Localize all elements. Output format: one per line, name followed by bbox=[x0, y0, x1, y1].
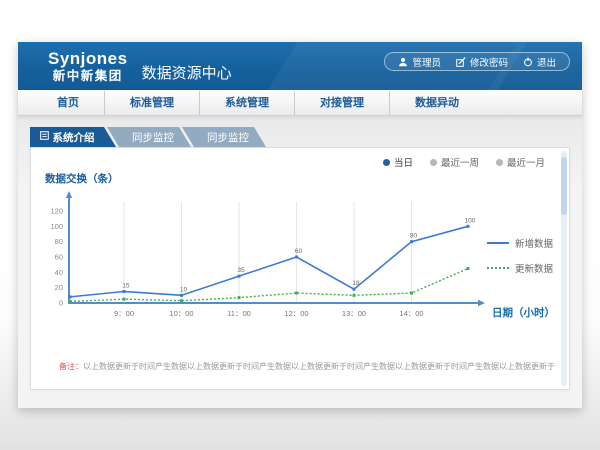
svg-text:13：00: 13：00 bbox=[342, 309, 366, 318]
tab-label: 同步监控 bbox=[132, 130, 174, 145]
svg-text:80: 80 bbox=[410, 233, 418, 240]
line-chart: 0 20 40 60 80 100 120 9：00 10：00 11：00 12：00 13：00 1… bbox=[41, 188, 511, 323]
svg-text:100: 100 bbox=[50, 222, 63, 231]
radio-today[interactable]: 当日 bbox=[383, 155, 413, 169]
panel-scrollbar[interactable] bbox=[561, 151, 567, 386]
svg-text:11：00: 11：00 bbox=[227, 309, 251, 318]
chart-legend: 新增数据 更新数据 bbox=[487, 236, 553, 275]
nav-item-system-mgmt[interactable]: 系统管理 bbox=[199, 91, 294, 115]
svg-text:40: 40 bbox=[55, 268, 63, 277]
tab-label: 系统介绍 bbox=[53, 130, 95, 145]
svg-text:14：00: 14：00 bbox=[399, 309, 423, 318]
y-axis-title: 数据交换（条） bbox=[45, 171, 119, 186]
screenshot-stage: Synjones 新中新集团 数据资源中心 管理员 修改密码 bbox=[0, 0, 600, 450]
content-area: 系统介绍 同步监控 同步监控 当日 最近一周 bbox=[18, 116, 582, 408]
time-range-filter: 当日 最近一周 最近一月 bbox=[383, 155, 545, 169]
app-window: Synjones 新中新集团 数据资源中心 管理员 修改密码 bbox=[18, 42, 582, 408]
user-icon bbox=[398, 57, 408, 67]
radio-label: 当日 bbox=[394, 155, 413, 169]
footnote: 备注：以上数据更新于时间产生数据以上数据更新于时间产生数据以上数据更新于时间产生… bbox=[59, 361, 555, 372]
svg-text:10：00: 10：00 bbox=[169, 309, 193, 318]
radio-icon bbox=[496, 159, 503, 166]
svg-text:60: 60 bbox=[295, 248, 303, 255]
change-password-label: 修改密码 bbox=[470, 55, 508, 69]
radio-last-month[interactable]: 最近一月 bbox=[496, 155, 545, 169]
svg-text:9：00: 9：00 bbox=[114, 309, 134, 318]
tab-label: 同步监控 bbox=[207, 130, 249, 145]
power-icon bbox=[523, 57, 533, 67]
nav-item-home[interactable]: 首页 bbox=[32, 91, 104, 115]
radio-icon bbox=[383, 159, 390, 166]
logout-button[interactable]: 退出 bbox=[523, 55, 556, 69]
svg-text:120: 120 bbox=[50, 207, 63, 216]
legend-line-dotted-icon bbox=[487, 267, 509, 269]
x-axis-title: 日期（小时） bbox=[492, 305, 555, 320]
change-password-button[interactable]: 修改密码 bbox=[456, 55, 508, 69]
logo-company-name: 新中新集团 bbox=[48, 69, 128, 83]
radio-label: 最近一周 bbox=[441, 155, 479, 169]
main-nav: 首页 标准管理 系统管理 对接管理 数据异动 bbox=[18, 90, 582, 116]
legend-item-update-data[interactable]: 更新数据 bbox=[487, 261, 553, 275]
nav-item-data-change[interactable]: 数据异动 bbox=[389, 91, 484, 115]
user-toolbar: 管理员 修改密码 退出 bbox=[384, 52, 570, 71]
tab-sync-monitor-1[interactable]: 同步监控 bbox=[107, 127, 191, 147]
svg-text:18: 18 bbox=[352, 280, 360, 287]
nav-item-interface-mgmt[interactable]: 对接管理 bbox=[294, 91, 389, 115]
page-title: 数据资源中心 bbox=[142, 62, 232, 83]
nav-item-standard-mgmt[interactable]: 标准管理 bbox=[104, 91, 199, 115]
app-header: Synjones 新中新集团 数据资源中心 管理员 修改密码 bbox=[18, 42, 582, 90]
scrollbar-thumb[interactable] bbox=[561, 157, 567, 215]
chart-panel: 当日 最近一周 最近一月 数据交换（条） 0 20 40 60 80 100 120 9：00… bbox=[30, 147, 570, 390]
svg-text:20: 20 bbox=[55, 283, 63, 292]
svg-text:80: 80 bbox=[55, 237, 63, 246]
svg-text:35: 35 bbox=[237, 267, 245, 274]
svg-text:60: 60 bbox=[55, 253, 63, 262]
radio-label: 最近一月 bbox=[507, 155, 545, 169]
legend-item-new-data[interactable]: 新增数据 bbox=[487, 236, 553, 250]
tab-system-intro[interactable]: 系统介绍 bbox=[30, 127, 116, 147]
footnote-label: 备注： bbox=[59, 362, 83, 371]
legend-line-solid-icon bbox=[487, 242, 509, 244]
edit-icon bbox=[456, 57, 466, 67]
current-user-label: 管理员 bbox=[412, 55, 441, 69]
svg-text:12：00: 12：00 bbox=[284, 309, 308, 318]
radio-icon bbox=[430, 159, 437, 166]
company-logo: Synjones 新中新集团 bbox=[48, 49, 128, 83]
legend-label: 更新数据 bbox=[515, 261, 553, 275]
footnote-text: 以上数据更新于时间产生数据以上数据更新于时间产生数据以上数据更新于时间产生数据以… bbox=[83, 362, 555, 371]
tab-bar: 系统介绍 同步监控 同步监控 bbox=[30, 127, 266, 147]
logo-wordmark: Synjones bbox=[48, 49, 128, 69]
svg-text:10: 10 bbox=[180, 286, 188, 293]
svg-text:15: 15 bbox=[122, 283, 130, 290]
svg-text:0: 0 bbox=[59, 299, 63, 308]
logout-label: 退出 bbox=[537, 55, 556, 69]
legend-label: 新增数据 bbox=[515, 236, 553, 250]
radio-last-week[interactable]: 最近一周 bbox=[430, 155, 479, 169]
svg-text:100: 100 bbox=[465, 217, 476, 224]
current-user-button[interactable]: 管理员 bbox=[398, 55, 441, 69]
tab-sync-monitor-2[interactable]: 同步监控 bbox=[182, 127, 266, 147]
document-icon bbox=[40, 131, 49, 143]
